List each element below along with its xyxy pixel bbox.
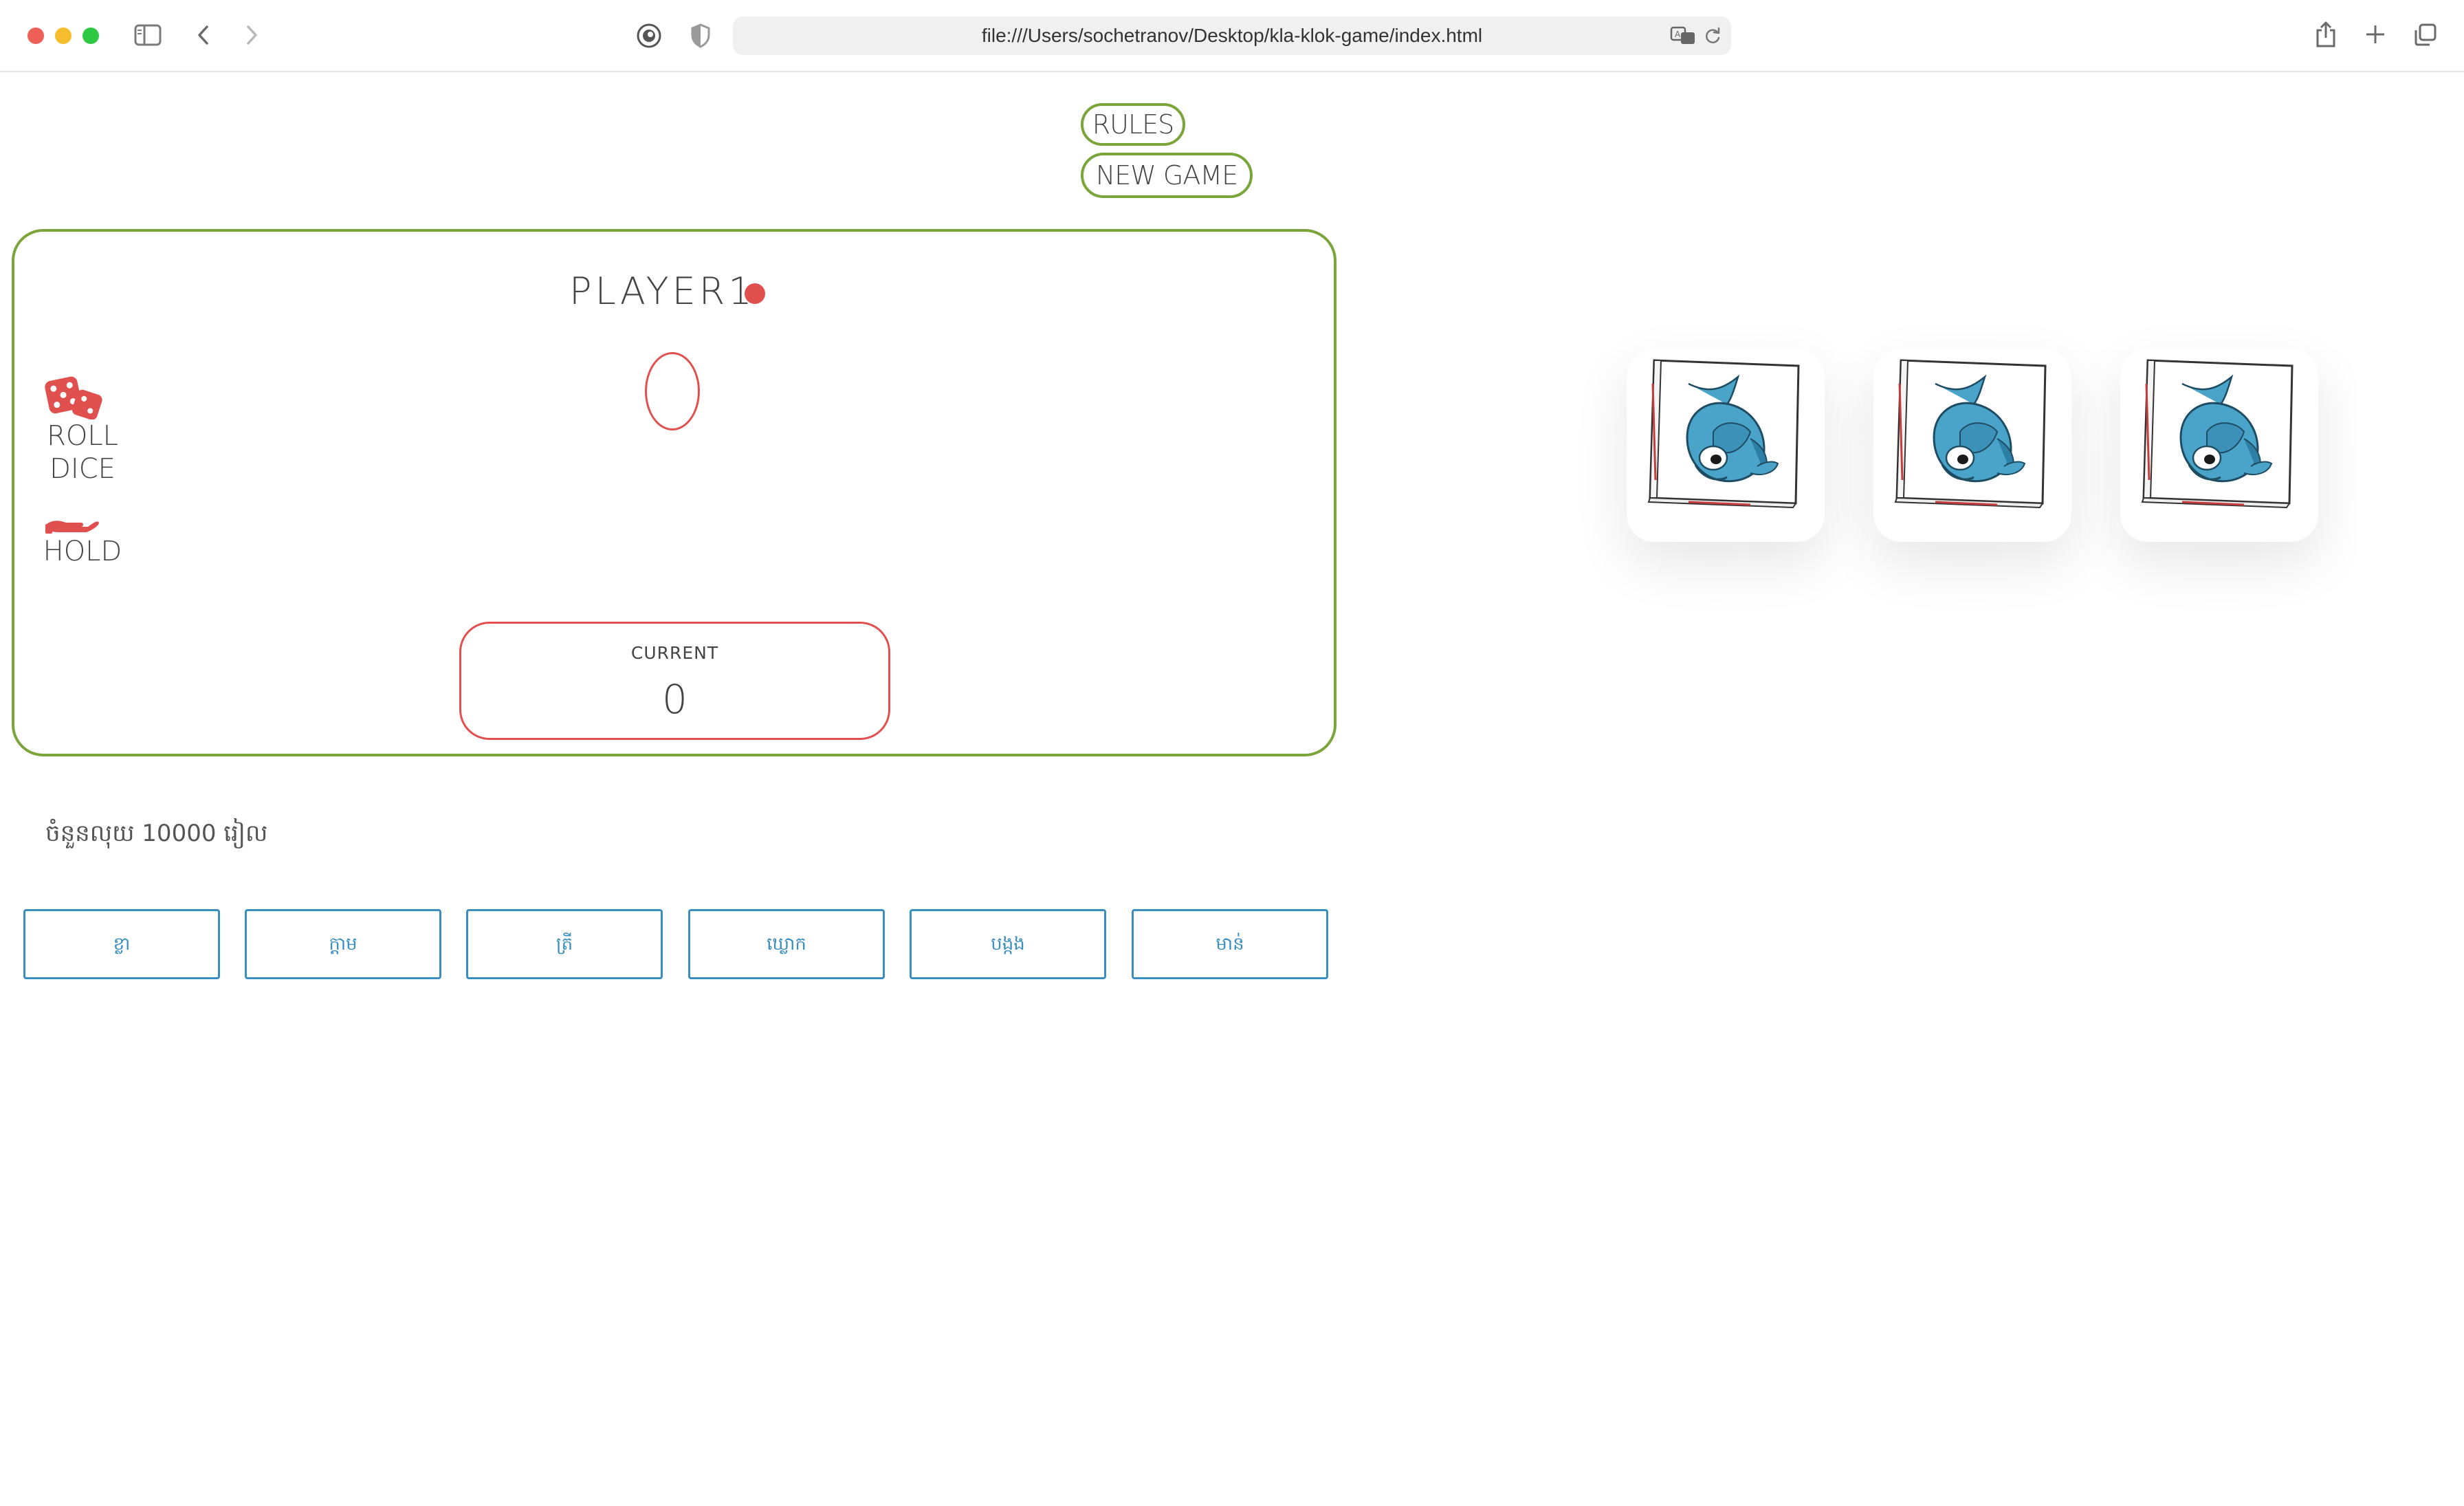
bet-button[interactable]: ឃ្លោក: [688, 909, 885, 979]
current-value: 0: [662, 676, 688, 723]
hold-button[interactable]: HOLD: [40, 514, 125, 569]
zoom-window-button[interactable]: [82, 28, 99, 44]
dice-icon: [44, 374, 103, 422]
sidebar-toggle-icon[interactable]: [133, 22, 162, 48]
forward-icon[interactable]: [242, 22, 261, 48]
reload-icon[interactable]: [1702, 25, 1723, 47]
close-window-button[interactable]: [28, 28, 44, 44]
minimize-window-button[interactable]: [55, 28, 72, 44]
back-icon[interactable]: [194, 22, 213, 48]
bet-button[interactable]: មាន់: [1132, 909, 1328, 979]
roll-dice-label: ROLL DICE: [47, 420, 118, 485]
hold-label: HOLD: [43, 536, 122, 567]
new-tab-icon[interactable]: [2364, 22, 2387, 47]
svg-text:A: A: [1675, 30, 1681, 39]
money-balance: ចំនួនលុយ 10000 រៀល: [45, 820, 268, 847]
new-game-button[interactable]: NEW GAME: [1081, 153, 1253, 198]
translate-icon[interactable]: A: [1669, 23, 1697, 48]
tab-overview-icon[interactable]: [2412, 22, 2438, 48]
bet-button[interactable]: បង្កង: [910, 909, 1106, 979]
bet-button[interactable]: ក្ដាម: [245, 909, 441, 979]
address-bar[interactable]: file:///Users/sochetranov/Desktop/kla-kl…: [733, 17, 1731, 55]
current-label: CURRENT: [630, 643, 719, 663]
url-text: file:///Users/sochetranov/Desktop/kla-kl…: [981, 25, 1483, 46]
rules-button[interactable]: RULES: [1081, 103, 1185, 146]
die: [2141, 356, 2298, 509]
hand-icon: [45, 514, 100, 538]
active-player-indicator: [745, 283, 765, 304]
privacy-report-icon[interactable]: [635, 22, 663, 50]
browser-toolbar: file:///Users/sochetranov/Desktop/kla-kl…: [0, 0, 2464, 72]
current-score-box: CURRENT 0: [459, 622, 890, 740]
die: [1894, 356, 2051, 509]
roll-dice-button[interactable]: ROLL DICE: [40, 374, 125, 485]
shield-icon[interactable]: [689, 22, 712, 50]
die: [1647, 356, 1804, 509]
player-name: PLAYER1: [569, 270, 756, 313]
bet-button[interactable]: ខ្លា: [23, 909, 220, 979]
player-score: [645, 352, 700, 430]
bet-button[interactable]: ត្រី: [466, 909, 663, 979]
share-icon[interactable]: [2314, 19, 2338, 50]
